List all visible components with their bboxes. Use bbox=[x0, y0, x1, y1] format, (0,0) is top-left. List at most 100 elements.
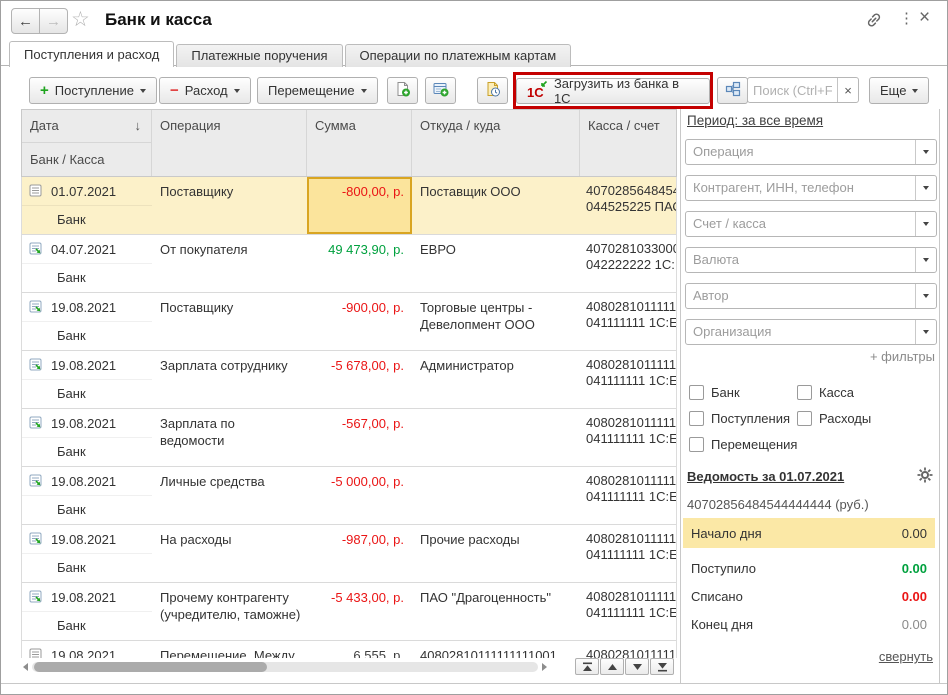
column-header-bank-cash[interactable]: Банк / Касса bbox=[22, 143, 151, 167]
collapse-link[interactable]: свернуть bbox=[685, 649, 933, 664]
table-row[interactable]: 01.07.2021БанкПоставщику-800,00, р.Поста… bbox=[22, 177, 676, 235]
history-nav-group: ← → bbox=[11, 8, 68, 34]
scroll-left-icon[interactable] bbox=[23, 663, 28, 671]
column-header-account[interactable]: Касса / счет bbox=[580, 110, 676, 176]
column-header-from-to[interactable]: Откуда / куда bbox=[412, 110, 580, 176]
posted-document-icon bbox=[29, 242, 44, 256]
forward-button[interactable]: → bbox=[40, 8, 68, 34]
checkbox-box[interactable] bbox=[689, 437, 704, 452]
go-to-last-row-button[interactable] bbox=[650, 658, 674, 675]
tab-strip: Поступления и расход Платежные поручения… bbox=[9, 41, 573, 67]
checkbox-label: Перемещения bbox=[711, 437, 797, 452]
tab-receipts-expenses[interactable]: Поступления и расход bbox=[9, 41, 174, 67]
filter-checkbox[interactable]: Расходы bbox=[797, 405, 871, 431]
minus-icon: − bbox=[170, 82, 179, 99]
transfer-button[interactable]: Перемещение bbox=[257, 77, 378, 104]
filter-combo[interactable]: Автор bbox=[685, 283, 937, 309]
tab-card-operations[interactable]: Операции по платежным картам bbox=[345, 44, 572, 67]
amount-cell: -800,00, р. bbox=[307, 177, 412, 234]
checkbox-label: Расходы bbox=[819, 411, 871, 426]
dropdown-button[interactable] bbox=[915, 176, 936, 200]
row-down-button[interactable] bbox=[625, 658, 649, 675]
date-cell: 19.08.2021Банк bbox=[22, 467, 152, 524]
back-arrow-icon: ← bbox=[18, 13, 33, 30]
more-menu-icon[interactable]: ⋮ bbox=[899, 10, 914, 28]
unposted-document-icon bbox=[29, 648, 44, 658]
dropdown-button[interactable] bbox=[915, 212, 936, 236]
go-to-first-row-button[interactable] bbox=[575, 658, 599, 675]
close-icon[interactable]: × bbox=[919, 7, 930, 29]
column-header-date[interactable]: Дата bbox=[30, 118, 59, 142]
sort-descending-icon[interactable]: ↓ bbox=[135, 118, 142, 142]
table-row[interactable]: 19.08.2021Перемещение. Между6 555, р.408… bbox=[22, 641, 676, 658]
expense-button[interactable]: − Расход bbox=[159, 77, 251, 104]
table-row[interactable]: 19.08.2021БанкЛичные средства-5 000,00, … bbox=[22, 467, 676, 525]
filter-combo[interactable]: Организация bbox=[685, 319, 937, 345]
column-header-amount[interactable]: Сумма bbox=[307, 110, 412, 176]
search-input[interactable] bbox=[748, 78, 837, 102]
table-row[interactable]: 19.08.2021БанкПоставщику-900,00, р.Торго… bbox=[22, 293, 676, 351]
get-link-icon[interactable] bbox=[865, 11, 883, 29]
filter-checkbox[interactable]: Перемещения bbox=[689, 431, 797, 457]
statement-header: Ведомость за 01.07.2021 bbox=[687, 467, 933, 486]
planned-payments-button[interactable] bbox=[477, 77, 508, 104]
table-row[interactable]: 19.08.2021БанкЗарплата сотруднику-5 678,… bbox=[22, 351, 676, 409]
posted-document-icon bbox=[29, 300, 44, 314]
tab-payment-orders[interactable]: Платежные поручения bbox=[176, 44, 342, 67]
dropdown-button[interactable] bbox=[915, 140, 936, 164]
filter-combo[interactable]: Счет / касса bbox=[685, 211, 937, 237]
filter-checkbox[interactable]: Поступления bbox=[689, 405, 797, 431]
from-to-cell: Администратор bbox=[412, 351, 580, 408]
operation-cell: От покупателя bbox=[152, 235, 307, 292]
load-from-bank-button[interactable]: 1С Загрузить из банка в 1С bbox=[516, 78, 710, 104]
row-account-line2: 041111111 1С:Е bbox=[586, 373, 676, 389]
dropdown-button[interactable] bbox=[915, 248, 936, 272]
filter-combos: Операция Контрагент, ИНН, телефон Счет / к… bbox=[685, 139, 937, 355]
filter-combo[interactable]: Валюта bbox=[685, 247, 937, 273]
chevron-down-icon bbox=[234, 89, 240, 93]
dropdown-button[interactable] bbox=[915, 284, 936, 308]
row-amount: 6 555, р. bbox=[307, 648, 404, 658]
new-document-button[interactable] bbox=[387, 77, 418, 104]
scrollbar-thumb[interactable] bbox=[34, 662, 267, 672]
report-structure-button[interactable] bbox=[717, 77, 748, 104]
checkbox-box[interactable] bbox=[797, 411, 812, 426]
page-title: Банк и касса bbox=[105, 10, 212, 30]
favorite-star-icon[interactable]: ☆ bbox=[71, 7, 90, 32]
filter-combo[interactable]: Операция bbox=[685, 139, 937, 165]
app-header: ← → ☆ Банк и касса ⋮ × bbox=[1, 1, 947, 39]
statement-row-value: 0.00 bbox=[902, 561, 927, 576]
new-register-button[interactable] bbox=[425, 77, 456, 104]
scroll-right-icon[interactable] bbox=[542, 663, 547, 671]
back-button[interactable]: ← bbox=[11, 8, 40, 34]
form-add-icon bbox=[433, 81, 449, 100]
search-clear-button[interactable]: × bbox=[837, 78, 858, 102]
row-amount: -5 433,00, р. bbox=[307, 590, 404, 605]
chevron-down-icon bbox=[912, 89, 918, 93]
add-filters-link[interactable]: + фильтры bbox=[685, 349, 935, 364]
table-row[interactable]: 19.08.2021БанкПрочему контрагенту (учред… bbox=[22, 583, 676, 641]
checkbox-box[interactable] bbox=[689, 385, 704, 400]
filter-checkbox[interactable]: Касса bbox=[797, 379, 871, 405]
row-account-line2: 044525225 ПАО bbox=[586, 199, 676, 215]
scrollbar-track[interactable] bbox=[32, 662, 538, 672]
checkbox-box[interactable] bbox=[689, 411, 704, 426]
gear-icon[interactable] bbox=[917, 467, 933, 486]
horizontal-scrollbar[interactable] bbox=[23, 660, 547, 673]
dropdown-button[interactable] bbox=[915, 320, 936, 344]
period-link[interactable]: Период: за все время bbox=[687, 113, 823, 128]
table-row[interactable]: 19.08.2021БанкНа расходы-987,00, р.Прочи… bbox=[22, 525, 676, 583]
operation-cell: Зарплата по ведомости bbox=[152, 409, 307, 466]
filter-combo[interactable]: Контрагент, ИНН, телефон bbox=[685, 175, 937, 201]
row-up-button[interactable] bbox=[600, 658, 624, 675]
receipt-button[interactable]: + Поступление bbox=[29, 77, 157, 104]
table-row[interactable]: 19.08.2021БанкЗарплата по ведомости-567,… bbox=[22, 409, 676, 467]
more-button[interactable]: Еще bbox=[869, 77, 929, 104]
filter-checkbox[interactable]: Банк bbox=[689, 379, 797, 405]
statement-title-link[interactable]: Ведомость за 01.07.2021 bbox=[687, 469, 844, 484]
checkbox-box[interactable] bbox=[797, 385, 812, 400]
panel-divider[interactable] bbox=[680, 109, 681, 683]
amount-cell: -900,00, р. bbox=[307, 293, 412, 350]
column-header-operation[interactable]: Операция bbox=[152, 110, 307, 176]
table-row[interactable]: 04.07.2021БанкОт покупателя49 473,90, р.… bbox=[22, 235, 676, 293]
